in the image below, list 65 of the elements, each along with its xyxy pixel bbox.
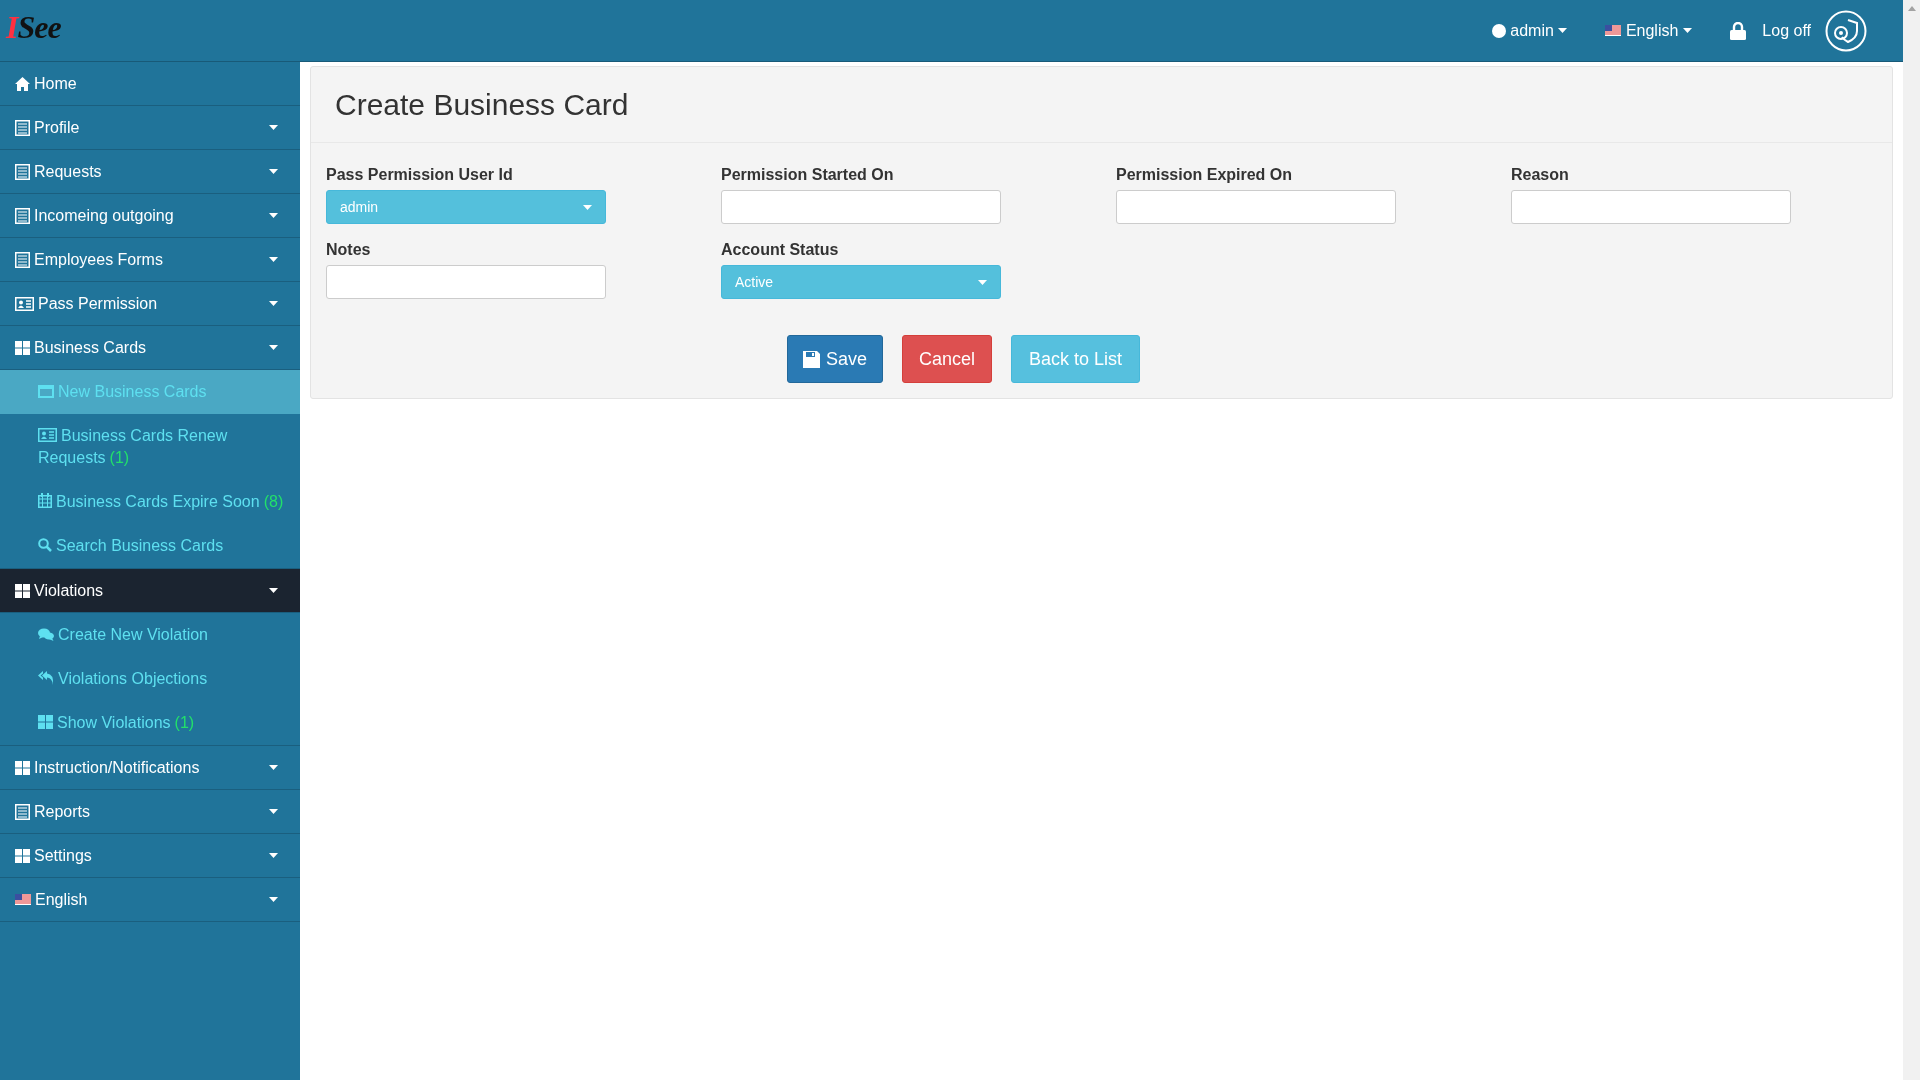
list-icon bbox=[15, 803, 30, 820]
caret-icon bbox=[269, 853, 278, 858]
grid-icon bbox=[15, 583, 30, 598]
field-label: Reason bbox=[1511, 165, 1570, 185]
calendar-icon bbox=[38, 493, 52, 508]
field-label: Account Status bbox=[721, 240, 840, 260]
sidebar-subitem[interactable]: Show Violations (1) bbox=[0, 701, 300, 745]
page-title: Create Business Card bbox=[335, 87, 629, 123]
reply-all-icon bbox=[38, 671, 54, 685]
scrollbar[interactable] bbox=[1903, 0, 1920, 1080]
sidebar-subitem[interactable]: Violations Objections bbox=[0, 657, 300, 701]
search-icon bbox=[38, 538, 52, 552]
field-label: Permission Expired On bbox=[1116, 165, 1294, 185]
grid-icon bbox=[15, 848, 30, 863]
field-label: Notes bbox=[326, 240, 372, 260]
scroll-up-icon[interactable] bbox=[1907, 6, 1916, 11]
grid-icon bbox=[38, 715, 53, 729]
window-icon bbox=[38, 385, 54, 398]
input-field[interactable] bbox=[1511, 190, 1791, 224]
caret-icon bbox=[269, 125, 278, 130]
save-button[interactable]: Save bbox=[787, 335, 884, 383]
save-icon bbox=[803, 350, 820, 368]
input-field[interactable] bbox=[1116, 190, 1396, 224]
caret-icon bbox=[1683, 28, 1693, 33]
sidebar-subitem[interactable]: Create New Violation bbox=[0, 613, 300, 657]
language-menu[interactable]: English bbox=[1604, 18, 1693, 43]
user-menu[interactable]: admin bbox=[1492, 18, 1567, 43]
grid-icon bbox=[15, 760, 30, 775]
input-field[interactable] bbox=[721, 190, 1001, 224]
lock-icon bbox=[1730, 21, 1747, 40]
field-label: Pass Permission User Id bbox=[326, 165, 514, 185]
logo: ISee bbox=[6, 10, 61, 43]
caret-icon bbox=[269, 301, 278, 306]
log-off-link[interactable]: Log off bbox=[1730, 18, 1811, 43]
list-icon bbox=[15, 251, 30, 268]
user-status-icon bbox=[1492, 23, 1507, 38]
list-icon bbox=[15, 119, 30, 136]
cancel-button[interactable]: Cancel bbox=[902, 335, 993, 383]
sidebar-subitem[interactable]: Search Business Cards bbox=[0, 524, 300, 568]
id-card-icon bbox=[38, 428, 57, 442]
input-field[interactable] bbox=[326, 265, 606, 299]
caret-icon bbox=[269, 345, 278, 350]
list-icon bbox=[15, 207, 30, 224]
flag-icon bbox=[15, 894, 31, 905]
caret-icon bbox=[269, 213, 278, 218]
field-label: Permission Started On bbox=[721, 165, 895, 185]
caret-icon bbox=[583, 204, 592, 210]
sidebar-item[interactable]: Violations bbox=[0, 569, 300, 613]
flag-icon bbox=[1604, 25, 1621, 36]
grid-icon bbox=[15, 340, 30, 355]
speech-bubbles-icon bbox=[38, 628, 54, 641]
home-icon bbox=[15, 76, 30, 91]
sidebar-subitem[interactable]: Business Cards Renew Requests (1) bbox=[0, 414, 300, 480]
shield-gear-icon bbox=[1825, 9, 1867, 52]
caret-icon bbox=[269, 765, 278, 770]
caret-icon bbox=[1557, 28, 1567, 33]
caret-icon bbox=[269, 588, 278, 593]
caret-icon bbox=[269, 897, 278, 902]
id-card-icon bbox=[15, 296, 34, 311]
list-icon bbox=[15, 163, 30, 180]
caret-icon bbox=[269, 257, 278, 262]
caret-icon bbox=[269, 169, 278, 174]
caret-icon bbox=[269, 809, 278, 814]
sidebar-subitem[interactable]: Business Cards Expire Soon (8) bbox=[0, 480, 300, 524]
caret-icon bbox=[978, 279, 987, 285]
